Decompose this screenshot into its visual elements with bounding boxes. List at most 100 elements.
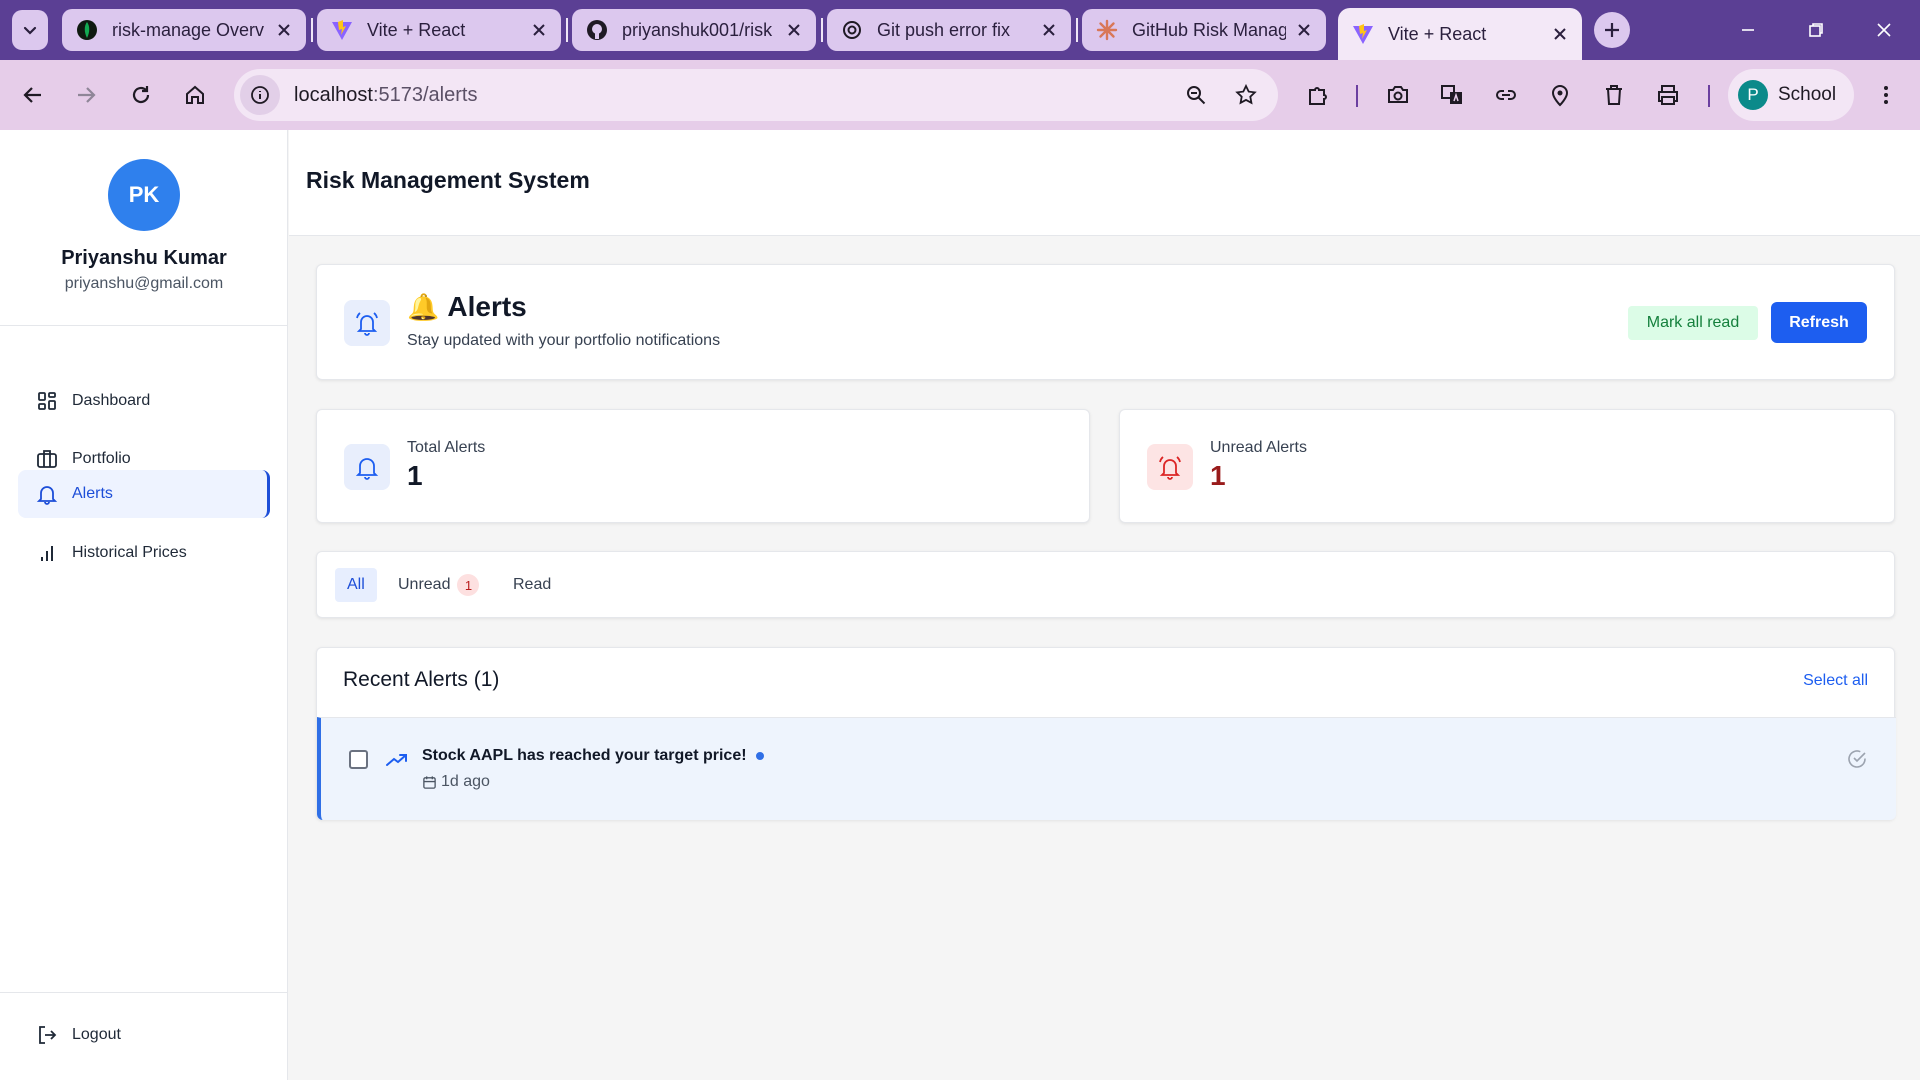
tab-separator <box>566 18 568 42</box>
location-button[interactable] <box>1542 77 1578 113</box>
filter-bar: All Unread 1 Read <box>316 551 1895 618</box>
back-button[interactable] <box>15 77 51 113</box>
briefcase-icon <box>36 448 58 470</box>
minimize-icon <box>1742 29 1754 31</box>
close-icon[interactable] <box>1294 20 1314 40</box>
filter-tab-read[interactable]: Read <box>501 568 563 602</box>
logout-label: Logout <box>72 1026 121 1043</box>
bell-emoji-icon: 🔔 <box>407 291 440 322</box>
recent-alerts-title: Recent Alerts (1) <box>343 668 500 691</box>
close-icon[interactable] <box>529 20 549 40</box>
app-title: Risk Management System <box>306 167 590 193</box>
unread-alerts-value: 1 <box>1210 460 1226 491</box>
alert-message-text: Stock AAPL has reached your target price… <box>422 747 747 764</box>
browser-tab[interactable]: GitHub Risk Manag <box>1082 9 1326 51</box>
bar-chart-icon <box>36 542 58 564</box>
alert-message: Stock AAPL has reached your target price… <box>422 747 764 765</box>
restore-icon <box>1809 23 1823 37</box>
unread-alerts-label: Unread Alerts <box>1210 439 1307 456</box>
app-header: Risk Management System <box>289 130 1920 236</box>
browser-tab[interactable]: Vite + React <box>317 9 561 51</box>
filter-label: Unread <box>398 576 451 593</box>
bell-icon <box>355 458 379 480</box>
tab-title: GitHub Risk Manag <box>1132 19 1286 40</box>
copy-link-button[interactable] <box>1488 77 1524 113</box>
browser-tab[interactable]: Git push error fix <box>827 9 1071 51</box>
browser-tab[interactable]: priyanshuk001/risk <box>572 9 816 51</box>
home-button[interactable] <box>177 77 213 113</box>
refresh-button[interactable]: Refresh <box>1771 302 1867 343</box>
url-text[interactable]: localhost:5173/alerts <box>294 84 477 107</box>
total-alerts-card: Total Alerts 1 <box>316 409 1090 523</box>
site-info-button[interactable] <box>240 75 280 115</box>
address-bar[interactable]: localhost:5173/alerts <box>234 69 1278 121</box>
select-all-button[interactable]: Select all <box>1803 672 1868 690</box>
tab-search-button[interactable] <box>12 10 48 50</box>
printer-icon <box>1658 85 1678 105</box>
filter-tab-all[interactable]: All <box>335 568 377 602</box>
browser-menu-button[interactable] <box>1868 77 1904 113</box>
filter-tab-unread[interactable]: Unread 1 <box>386 568 491 602</box>
info-icon <box>251 86 269 104</box>
zoom-icon[interactable] <box>1178 77 1214 113</box>
sidebar-item-dashboard[interactable]: Dashboard <box>18 377 270 425</box>
close-icon[interactable] <box>784 20 804 40</box>
sidebar-item-historical-prices[interactable]: Historical Prices <box>18 529 270 577</box>
plus-icon <box>1605 23 1619 37</box>
close-window-button[interactable] <box>1862 12 1906 48</box>
sidebar-item-label: Alerts <box>72 485 113 502</box>
restore-button[interactable] <box>1794 12 1838 48</box>
browser-tab[interactable]: risk-manage Overv <box>62 9 306 51</box>
reload-icon <box>132 86 150 104</box>
tab-title: Git push error fix <box>877 19 1011 40</box>
trending-up-icon <box>386 754 407 766</box>
browser-tab-active[interactable]: Vite + React <box>1338 8 1582 60</box>
alert-item[interactable]: Stock AAPL has reached your target price… <box>317 717 1896 820</box>
total-alerts-value: 1 <box>407 460 423 491</box>
profile-name: School <box>1778 84 1837 105</box>
reload-button[interactable] <box>123 77 159 113</box>
tab-title: risk-manage Overv <box>112 19 265 40</box>
alert-select-checkbox[interactable] <box>349 750 368 769</box>
bell-ringing-icon <box>1159 456 1181 480</box>
print-button[interactable] <box>1650 77 1686 113</box>
profile-button[interactable]: P School <box>1728 69 1854 121</box>
home-icon <box>186 85 204 104</box>
logout-button[interactable]: Logout <box>18 1011 270 1059</box>
total-alerts-icon-tile <box>344 444 390 490</box>
arrow-left-icon <box>23 87 41 103</box>
sidebar-item-alerts[interactable]: Alerts <box>18 470 270 518</box>
close-icon[interactable] <box>274 20 294 40</box>
sidebar-divider <box>0 325 288 326</box>
camera-icon <box>1388 86 1408 103</box>
close-icon[interactable] <box>1550 24 1570 44</box>
minimize-button[interactable] <box>1726 12 1770 48</box>
recent-alerts-card: Recent Alerts (1) Select all Stock AAPL … <box>316 647 1896 820</box>
extensions-button[interactable] <box>1300 77 1336 113</box>
translate-icon <box>1441 85 1462 104</box>
url-host: localhost <box>294 83 373 106</box>
sidebar-item-label: Historical Prices <box>72 544 187 561</box>
bookmark-star-icon[interactable] <box>1228 77 1264 113</box>
more-vertical-icon <box>1884 86 1888 104</box>
browser-tab-strip: risk-manage Overv Vite + React priyanshu… <box>0 0 1920 60</box>
translate-button[interactable] <box>1434 77 1470 113</box>
delete-button[interactable] <box>1596 77 1632 113</box>
close-icon <box>1877 23 1891 37</box>
mark-all-read-button[interactable]: Mark all read <box>1628 306 1758 340</box>
mongodb-leaf-icon <box>76 19 98 41</box>
chevron-down-icon <box>23 26 37 35</box>
openai-icon <box>841 19 863 41</box>
mark-read-check-icon[interactable] <box>1846 748 1868 770</box>
tab-separator <box>311 18 313 42</box>
screenshot-button[interactable] <box>1380 77 1416 113</box>
forward-button[interactable] <box>68 77 104 113</box>
filter-label: All <box>347 576 365 593</box>
close-icon[interactable] <box>1039 20 1059 40</box>
tab-separator <box>1076 18 1078 42</box>
sidebar-item-label: Dashboard <box>72 392 151 409</box>
claude-icon <box>1096 19 1118 41</box>
unread-alerts-card: Unread Alerts 1 <box>1119 409 1895 523</box>
new-tab-button[interactable] <box>1594 12 1630 48</box>
page-title: 🔔 Alerts <box>407 291 527 323</box>
